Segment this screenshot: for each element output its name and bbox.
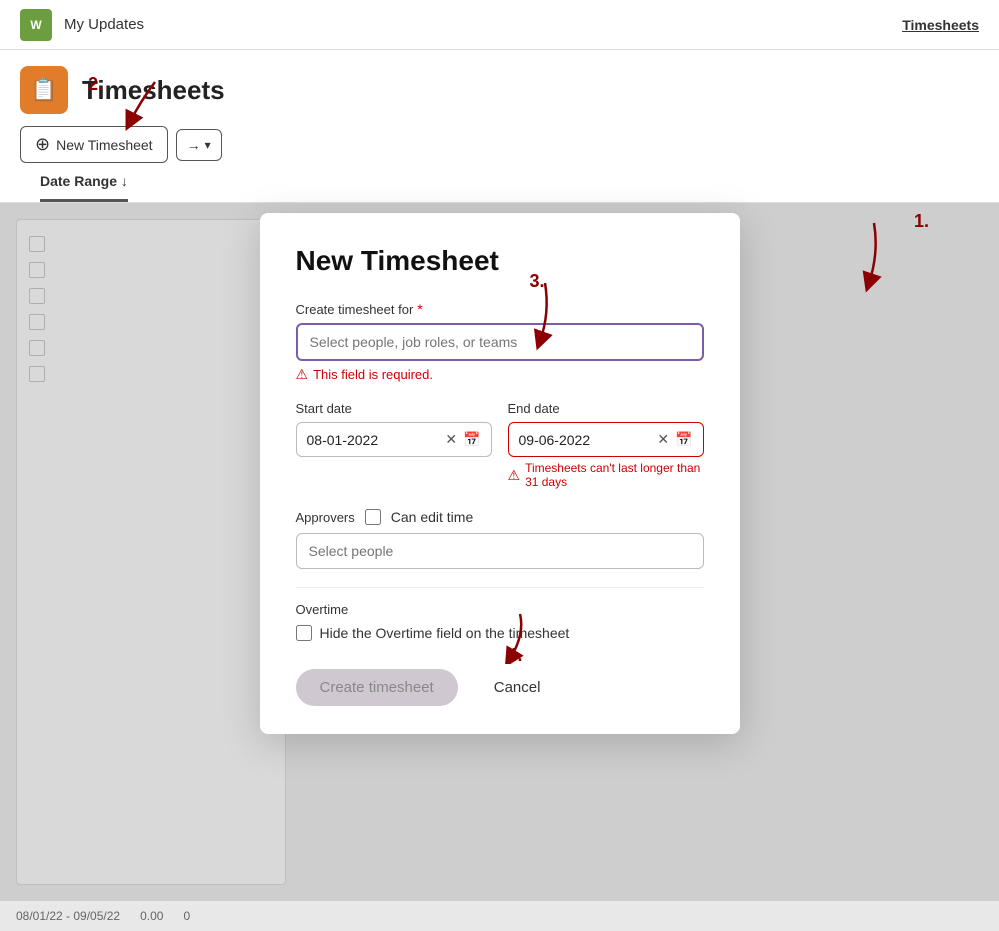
- start-date-calendar-button[interactable]: 📅: [463, 431, 480, 448]
- can-edit-label: Can edit time: [391, 509, 473, 525]
- end-date-calendar-button[interactable]: 📅: [675, 431, 692, 448]
- export-button[interactable]: → ▾: [176, 129, 222, 161]
- approvers-label: Approvers: [296, 510, 355, 525]
- select-people-input[interactable]: [296, 533, 704, 569]
- start-date-value: 08-01-2022: [307, 432, 440, 448]
- create-for-error: ⚠ This field is required.: [296, 366, 704, 383]
- chevron-down-icon: ▾: [205, 138, 211, 152]
- annotation-4-label: 4.: [508, 645, 523, 666]
- create-for-input[interactable]: [296, 323, 704, 361]
- new-timesheet-modal: 3. New Timesheet Create timesheet for * …: [260, 213, 740, 734]
- overtime-label: Overtime: [296, 602, 704, 617]
- new-timesheet-button[interactable]: ⊕ New Timesheet: [20, 126, 168, 163]
- main-content: 1. 3. New Timesheet Create timesheet for…: [0, 203, 999, 901]
- create-for-label: Create timesheet for *: [296, 301, 704, 317]
- end-date-label: End date: [508, 401, 704, 416]
- start-date-field: Start date 08-01-2022 ✕ 📅: [296, 401, 492, 489]
- end-date-field: End date 09-06-2022 ✕ 📅 ⚠ Timesheets can…: [508, 401, 704, 489]
- required-star: *: [417, 301, 422, 317]
- create-timesheet-button[interactable]: Create timesheet: [296, 669, 458, 706]
- page-icon: 📋: [20, 66, 68, 114]
- overtime-section: Overtime Hide the Overtime field on the …: [296, 602, 704, 641]
- modal-backdrop: 3. New Timesheet Create timesheet for * …: [0, 203, 999, 901]
- app-logo: W: [20, 9, 52, 41]
- end-date-error-icon: ⚠: [508, 467, 521, 484]
- plus-icon: ⊕: [35, 134, 50, 155]
- modal-footer: 4. Create timesheet Cancel: [296, 669, 704, 706]
- end-date-input-wrap[interactable]: 09-06-2022 ✕ 📅: [508, 422, 704, 457]
- dates-row: Start date 08-01-2022 ✕ 📅 End date 09-06…: [296, 401, 704, 489]
- overtime-checkbox-label: Hide the Overtime field on the timesheet: [320, 625, 570, 641]
- page-header: 📋 Timesheets 2. ⊕ New Timesheet → ▾ Date…: [0, 50, 999, 203]
- end-date-value: 09-06-2022: [519, 432, 652, 448]
- approvers-row: Approvers Can edit time: [296, 509, 704, 525]
- tab-date-range[interactable]: Date Range ↓: [40, 163, 128, 202]
- overtime-row: Hide the Overtime field on the timesheet: [296, 625, 704, 641]
- select-people-field: [296, 533, 704, 569]
- section-divider: [296, 587, 704, 588]
- page-header-top: 📋 Timesheets 2.: [20, 66, 979, 114]
- nav-title: My Updates: [64, 16, 144, 33]
- can-edit-checkbox[interactable]: [365, 509, 381, 525]
- end-date-clear-button[interactable]: ✕: [657, 431, 669, 448]
- start-date-label: Start date: [296, 401, 492, 416]
- overtime-checkbox[interactable]: [296, 625, 312, 641]
- start-date-clear-button[interactable]: ✕: [445, 431, 457, 448]
- tabs-row: Date Range ↓: [20, 163, 979, 202]
- end-date-error: ⚠ Timesheets can't last longer than 31 d…: [508, 461, 704, 489]
- top-nav: W My Updates Timesheets: [0, 0, 999, 50]
- page-actions: ⊕ New Timesheet → ▾: [20, 126, 979, 163]
- page-title: Timesheets: [82, 75, 225, 106]
- bottom-bar: 08/01/22 - 09/05/22 0.00 0: [0, 901, 999, 931]
- create-for-field: Create timesheet for * ⚠ This field is r…: [296, 301, 704, 383]
- cancel-button[interactable]: Cancel: [474, 669, 561, 706]
- nav-timesheets[interactable]: Timesheets: [902, 17, 979, 33]
- error-icon: ⚠: [296, 366, 309, 383]
- start-date-input-wrap[interactable]: 08-01-2022 ✕ 📅: [296, 422, 492, 457]
- modal-title: New Timesheet: [296, 245, 704, 277]
